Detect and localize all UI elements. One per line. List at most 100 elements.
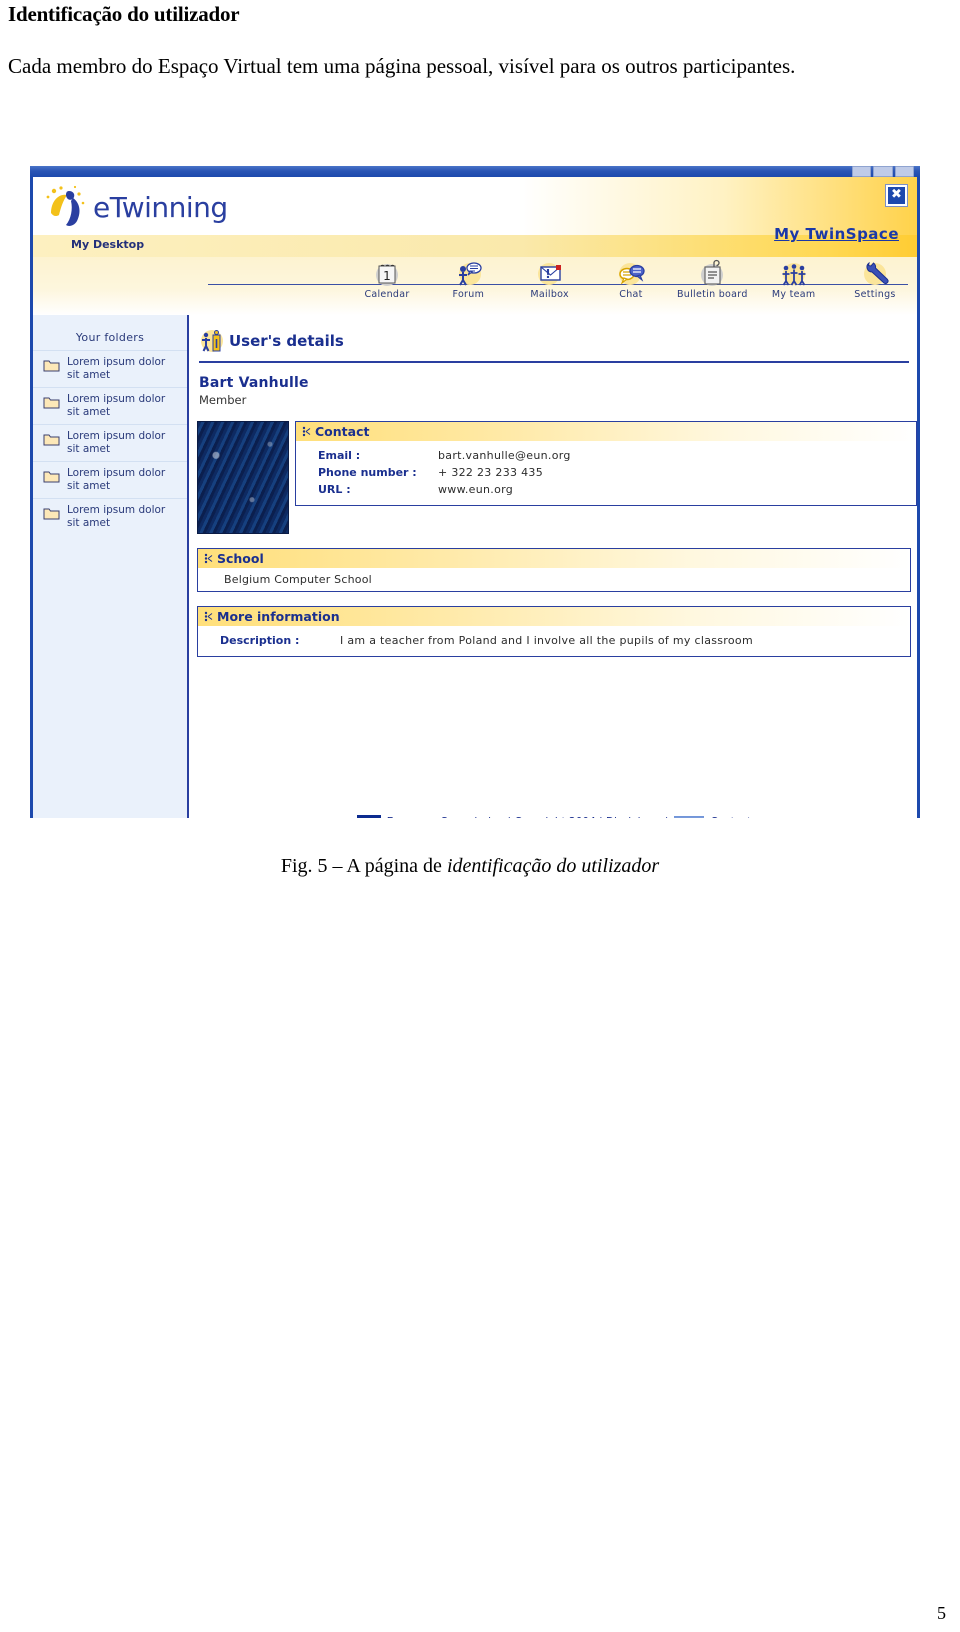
school-panel-header: School: [198, 549, 910, 568]
more-information-panel: More information Description : I am a te…: [197, 606, 911, 657]
nav-item-forum[interactable]: Forum: [432, 259, 504, 315]
contact-field-value: + 322 23 233 435: [438, 466, 543, 479]
contact-field-row: Phone number : + 322 23 233 435: [296, 464, 916, 481]
primary-nav: 1 Calendar Forum ! Mailbox Chat Bulletin…: [33, 257, 917, 315]
nav-label-bulletin-board: Bulletin board: [676, 289, 748, 300]
school-value: Belgium Computer School: [224, 573, 372, 586]
folder-icon: [43, 397, 60, 409]
profile-row: Contact Email : bart.vanhulle@eun.org Ph…: [197, 421, 917, 534]
contact-panel: Contact Email : bart.vanhulle@eun.org Ph…: [295, 421, 917, 506]
etwinning-logo-icon: [46, 185, 85, 226]
sidebar-folder-label: Lorem ipsum dolor sit amet: [67, 393, 166, 418]
main-content: User's details Bart Vanhulle Member Cont…: [191, 315, 917, 818]
more-information-panel-body: Description : I am a teacher from Poland…: [198, 626, 910, 656]
folder-icon: [43, 434, 60, 446]
sidebar-folder-item[interactable]: Lorem ipsum dolor sit amet: [33, 461, 187, 498]
nav-item-bulletin-board[interactable]: Bulletin board: [676, 259, 748, 315]
nav-label-chat: Chat: [619, 289, 643, 300]
close-icon[interactable]: ✖: [886, 185, 907, 206]
bulletin-board-icon: [701, 259, 724, 286]
more-information-field-row: Description : I am a teacher from Poland…: [198, 632, 910, 649]
embedded-screenshot: eTwinning ✖ My Desktop My TwinSpace 1 Ca…: [30, 166, 920, 818]
eu-flag-icon: [356, 815, 381, 818]
sidebar-heading: Your folders: [75, 331, 145, 344]
section-bullet-icon: [302, 426, 311, 437]
contact-field-label: Phone number :: [318, 466, 417, 479]
etwinning-logo[interactable]: eTwinning: [45, 185, 228, 229]
settings-icon: [863, 261, 889, 285]
nav-label-settings: Settings: [854, 289, 896, 300]
window-controls[interactable]: [852, 166, 914, 177]
person-role: Member: [199, 393, 247, 407]
sidebar-folder-item[interactable]: Lorem ipsum dolor sit amet: [33, 424, 187, 461]
intro-paragraph: Cada membro do Espaço Virtual tem uma pá…: [8, 54, 796, 78]
contact-panel-body: Email : bart.vanhulle@eun.org Phone numb…: [296, 441, 916, 505]
left-sidebar: Your folders Lorem ipsum dolor sit amet …: [33, 315, 189, 818]
site-footer: European Commission | Copyright 2004 | D…: [191, 815, 917, 818]
more-information-field-label: Description :: [220, 634, 300, 647]
contact-field-row: URL : www.eun.org: [296, 481, 916, 498]
more-information-panel-title: More information: [217, 609, 340, 624]
figure-caption: Fig. 5 – A página de identificação do ut…: [0, 855, 940, 878]
content-title: User's details: [229, 332, 344, 350]
more-information-panel-header: More information: [198, 607, 910, 626]
svg-text:1: 1: [383, 269, 391, 283]
contact-panel-title: Contact: [315, 424, 370, 439]
window-title-bar: [30, 166, 920, 177]
minimize-button[interactable]: [852, 166, 872, 177]
school-panel-title: School: [217, 551, 264, 566]
page-title: Identificação do utilizador: [8, 2, 240, 26]
close-button[interactable]: [894, 166, 914, 177]
header-divider: [199, 361, 909, 363]
forum-icon: [459, 262, 482, 286]
contact-field-label: URL :: [318, 483, 351, 496]
nav-label-calendar: Calendar: [364, 289, 410, 300]
contact-field-row: Email : bart.vanhulle@eun.org: [296, 447, 916, 464]
sidebar-folder-label: Lorem ipsum dolor sit amet: [67, 430, 166, 455]
calendar-icon: 1: [376, 264, 398, 286]
contact-field-value: www.eun.org: [438, 483, 514, 496]
footer-text[interactable]: European Commission | Copyright 2004 | D…: [387, 816, 669, 818]
nav-label-my-team: My team: [771, 289, 816, 300]
sidebar-folder-item[interactable]: Lorem ipsum dolor sit amet: [33, 498, 187, 535]
nav-item-settings[interactable]: Settings: [839, 259, 911, 315]
sidebar-folder-label: Lorem ipsum dolor sit amet: [67, 504, 166, 529]
avatar: [197, 421, 289, 534]
my-desktop-label[interactable]: My Desktop: [71, 238, 144, 251]
folder-icon: [43, 471, 60, 483]
chat-icon: [618, 263, 645, 285]
sidebar-folder-item[interactable]: Lorem ipsum dolor sit amet: [33, 350, 187, 387]
person-name: Bart Vanhulle: [199, 375, 309, 391]
content-header: User's details: [191, 315, 917, 353]
footer-logo-icon: [674, 816, 705, 818]
mailbox-icon: !: [537, 263, 561, 285]
sidebar-folder-label: Lorem ipsum dolor sit amet: [67, 356, 166, 381]
nav-item-calendar[interactable]: 1 Calendar: [351, 259, 423, 315]
contact-field-value: bart.vanhulle@eun.org: [438, 449, 571, 462]
folder-icon: [43, 360, 60, 372]
nav-item-my-team[interactable]: My team: [758, 259, 830, 315]
my-twinspace-link[interactable]: My TwinSpace: [774, 225, 899, 243]
browser-viewport: eTwinning ✖ My Desktop My TwinSpace 1 Ca…: [30, 177, 920, 818]
folder-icon: [43, 508, 60, 520]
contact-field-label: Email :: [318, 449, 361, 462]
school-panel: School Belgium Computer School: [197, 548, 911, 592]
sidebar-folder-item[interactable]: Lorem ipsum dolor sit amet: [33, 387, 187, 424]
footer-contact-link[interactable]: Contact: [710, 816, 751, 818]
sidebar-folder-label: Lorem ipsum dolor sit amet: [67, 467, 166, 492]
my-team-icon: [782, 263, 806, 286]
section-bullet-icon: [204, 553, 213, 564]
nav-item-mailbox[interactable]: ! Mailbox: [514, 259, 586, 315]
maximize-button[interactable]: [873, 166, 893, 177]
figure-caption-prefix: Fig. 5 – A página de: [280, 855, 447, 877]
nav-item-list: 1 Calendar Forum ! Mailbox Chat Bulletin…: [351, 259, 911, 315]
more-information-field-value: I am a teacher from Poland and I involve…: [340, 634, 753, 647]
figure-caption-italic: identificação do utilizador: [446, 855, 660, 877]
nav-label-mailbox: Mailbox: [530, 289, 569, 300]
section-bullet-icon: [204, 611, 213, 622]
contact-panel-header: Contact: [296, 422, 916, 441]
nav-item-chat[interactable]: Chat: [595, 259, 667, 315]
svg-text:!: !: [545, 267, 550, 281]
etwinning-logo-text: eTwinning: [93, 190, 228, 224]
users-details-icon: [201, 330, 223, 352]
